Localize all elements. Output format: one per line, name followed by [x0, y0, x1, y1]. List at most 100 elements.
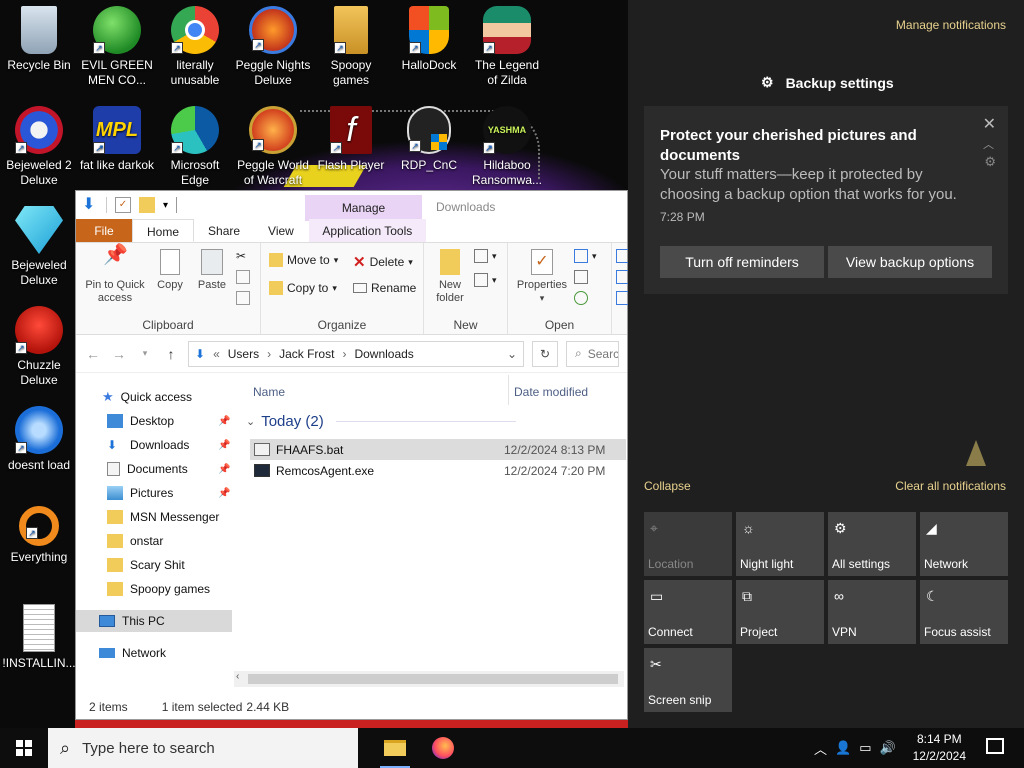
paste-button[interactable]: Paste — [192, 249, 232, 292]
tab-home[interactable]: Home — [132, 219, 195, 242]
close-icon[interactable]: ✕ — [983, 114, 996, 134]
desktop-icon-flash-player[interactable]: f ↗ Flash Player — [313, 106, 389, 173]
taskbar-firefox[interactable] — [420, 728, 466, 768]
quick-action-vpn[interactable]: ∞ VPN — [828, 580, 916, 644]
chevron-up-icon[interactable]: ︿ — [983, 136, 994, 152]
nav-quick-access[interactable]: ★ Quick access — [102, 386, 192, 408]
quick-action-location[interactable]: ⌖ Location — [644, 512, 732, 576]
breadcrumb-users[interactable]: Users — [228, 347, 259, 361]
chevron-up-icon[interactable]: ︿ — [814, 739, 827, 758]
tab-share[interactable]: Share — [194, 219, 254, 242]
nav-this-pc[interactable]: This PC — [76, 610, 232, 632]
nav-msn-messenger[interactable]: MSN Messenger — [107, 506, 219, 528]
nav-documents[interactable]: Documents 📌 — [107, 458, 234, 480]
scroll-left-icon[interactable]: ‹ — [236, 671, 239, 682]
down-arrow-icon[interactable]: ⬇ — [82, 197, 98, 213]
breadcrumb-overflow[interactable]: « — [213, 347, 220, 361]
desktop-icon-evil-green-men[interactable]: ↗ EVIL GREEN MEN CO... — [79, 6, 155, 88]
turn-off-reminders-button[interactable]: Turn off reminders — [660, 246, 824, 278]
notification-app-header[interactable]: ⚙ Backup settings — [761, 74, 894, 91]
scrollbar-thumb[interactable] — [248, 674, 618, 684]
file-row[interactable]: RemcosAgent.exe 12/2/2024 7:20 PM — [250, 460, 626, 481]
desktop-icon-rdp-cnc[interactable]: ↗ RDP_CnC — [391, 106, 467, 173]
nav-scary-shit[interactable]: Scary Shit — [107, 554, 185, 576]
start-button[interactable] — [0, 728, 48, 768]
desktop-icon-legend-of-zilda[interactable]: ↗ The Legend of Zilda — [469, 6, 545, 88]
taskbar-clock[interactable]: 8:14 PM 12/2/2024 — [913, 731, 966, 765]
backup-notification[interactable]: Protect your cherished pictures and docu… — [644, 106, 1008, 294]
desktop-icon-installin[interactable]: !INSTALLIN... — [1, 604, 77, 671]
easy-access-button[interactable]: ▾ — [474, 273, 497, 287]
paste-shortcut-button[interactable] — [236, 291, 250, 305]
address-history-dropdown-icon[interactable]: ⌄ — [507, 347, 517, 361]
desktop-icon-peggle-nights[interactable]: ↗ Peggle Nights Deluxe — [235, 6, 311, 88]
file-row[interactable]: FHAAFS.bat 12/2/2024 8:13 PM — [250, 439, 626, 460]
clear-all-notifications-link[interactable]: Clear all notifications — [895, 479, 1006, 493]
quick-action-night-light[interactable]: ☼ Night light — [736, 512, 824, 576]
column-header-date-modified[interactable]: Date modified — [514, 385, 588, 399]
new-item-button[interactable]: ▾ — [474, 249, 497, 263]
quick-action-all-settings[interactable]: ⚙ All settings — [828, 512, 916, 576]
horizontal-scrollbar[interactable]: ‹ — [234, 671, 624, 687]
desktop-icon-doesnt-load[interactable]: ↗ doesnt load — [1, 406, 77, 473]
collapse-link[interactable]: Collapse — [644, 479, 691, 493]
cut-button[interactable]: ✂ — [236, 249, 246, 263]
desktop-icon-hildaboo-ransomware[interactable]: YASHMA ↗ Hildaboo Ransomwa... — [469, 106, 545, 188]
volume-icon[interactable]: 🔊 — [880, 740, 896, 756]
properties-button[interactable]: ✓ Properties ▾ — [512, 249, 572, 305]
desktop-icon-everything[interactable]: ↗ Everything — [1, 506, 77, 565]
desktop-icon-chuzzle-deluxe[interactable]: ↗ Chuzzle Deluxe — [1, 306, 77, 388]
group-header-today[interactable]: ⌄ Today (2) — [246, 413, 516, 430]
nav-spoopy-games[interactable]: Spoopy games — [107, 578, 210, 600]
copy-button[interactable]: Copy — [152, 249, 188, 292]
breadcrumb-jack-frost[interactable]: Jack Frost — [279, 347, 334, 361]
edit-button[interactable] — [574, 270, 588, 284]
copy-to-button[interactable]: Copy to ▾ — [269, 281, 337, 295]
up-arrow-icon[interactable]: ↑ — [162, 346, 180, 362]
desktop-icon-microsoft-edge[interactable]: ↗ Microsoft Edge — [157, 106, 233, 188]
taskbar-search-box[interactable]: ⌕ Type here to search — [48, 728, 358, 768]
quick-action-focus-assist[interactable]: ☾ Focus assist — [920, 580, 1008, 644]
column-header-name[interactable]: Name — [253, 385, 285, 399]
search-input[interactable]: ⌕ Search — [566, 340, 619, 367]
desktop-icon-fat-like-darkok[interactable]: MPL ↗ fat like darkok — [79, 106, 155, 173]
nav-downloads[interactable]: ⬇ Downloads 📌 — [107, 434, 234, 456]
forward-arrow-icon[interactable]: → — [110, 346, 128, 362]
tab-manage[interactable]: Manage — [305, 195, 422, 221]
new-folder-icon[interactable] — [139, 197, 155, 213]
quick-action-screen-snip[interactable]: ✂ Screen snip — [644, 648, 732, 712]
move-to-button[interactable]: Move to ▾ — [269, 253, 338, 267]
network-icon[interactable]: ▭ — [859, 740, 871, 756]
quick-action-connect[interactable]: ▭ Connect — [644, 580, 732, 644]
history-button[interactable] — [574, 291, 588, 305]
copy-path-button[interactable] — [236, 270, 250, 284]
back-arrow-icon[interactable]: ← — [84, 346, 102, 362]
manage-notifications-link[interactable]: Manage notifications — [896, 18, 1006, 32]
breadcrumb-downloads[interactable]: Downloads — [354, 347, 413, 361]
desktop-icon-bejeweled-deluxe[interactable]: Bejeweled Deluxe — [1, 206, 77, 288]
taskbar-file-explorer[interactable] — [372, 728, 418, 768]
address-bar[interactable]: ⬇ « Users › Jack Frost › Downloads ⌄ — [188, 340, 524, 367]
tab-file[interactable]: File — [76, 219, 132, 242]
view-backup-options-button[interactable]: View backup options — [828, 246, 992, 278]
desktop-icon-literally-unusable[interactable]: ↗ literally unusable — [157, 6, 233, 88]
notification-center-icon[interactable] — [986, 738, 1004, 754]
breadcrumb-separator[interactable]: › — [267, 347, 271, 361]
desktop-icon-hallodock[interactable]: ↗ HalloDock — [391, 6, 467, 73]
tab-view[interactable]: View — [254, 219, 308, 242]
chevron-down-icon[interactable]: ▾ — [136, 348, 154, 359]
open-button[interactable]: ▾ — [574, 249, 597, 263]
nav-network[interactable]: Network — [99, 642, 166, 664]
pin-to-quick-access-button[interactable]: 📌 Pin to Quick access — [82, 245, 148, 305]
properties-check-icon[interactable]: ✓ — [115, 197, 131, 213]
delete-button[interactable]: ✕ Delete ▾ — [353, 253, 413, 271]
rename-button[interactable]: Rename — [353, 281, 416, 295]
qat-dropdown-icon[interactable]: ▾ — [163, 200, 168, 211]
nav-onstar[interactable]: onstar — [107, 530, 163, 552]
new-folder-button[interactable]: New folder — [430, 249, 470, 305]
tab-application-tools[interactable]: Application Tools — [308, 219, 426, 242]
desktop-icon-recycle-bin[interactable]: Recycle Bin — [1, 6, 77, 73]
nav-pictures[interactable]: Pictures 📌 — [107, 482, 234, 504]
quick-action-network[interactable]: ◢ Network — [920, 512, 1008, 576]
people-icon[interactable]: 👤 — [835, 740, 851, 756]
